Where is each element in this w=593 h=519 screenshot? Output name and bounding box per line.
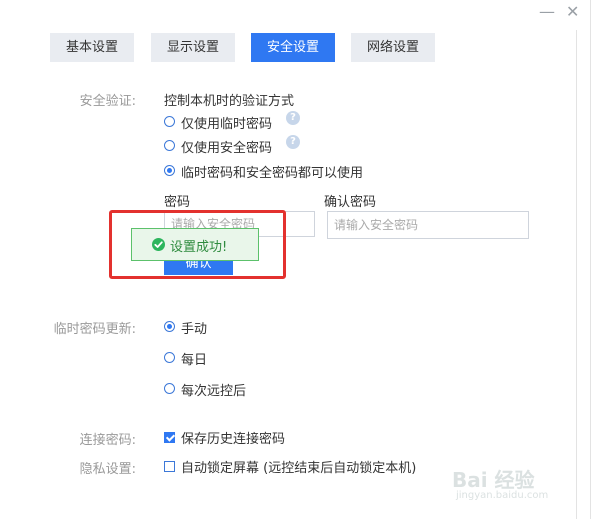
confirm-password-label: 确认密码 (324, 195, 377, 210)
tab-network-settings[interactable]: 网络设置 (351, 33, 435, 62)
temp-password-update-label: 临时密码更新: (53, 322, 136, 337)
right-edge-divider (590, 0, 591, 519)
help-icon-temp[interactable]: ? (286, 111, 300, 125)
highlight-box (109, 210, 286, 279)
baidu-watermark: Bai 经验 jingyan.baidu.com (452, 462, 577, 514)
save-history-checkbox[interactable] (164, 432, 175, 443)
auto-lock-label[interactable]: 自动锁定屏幕 (远控结束后自动锁定本机) (181, 457, 416, 476)
save-history-label[interactable]: 保存历史连接密码 (181, 428, 285, 447)
password-label: 密码 (164, 195, 191, 210)
connection-password-label: 连接密码: (79, 433, 136, 448)
radio-both-button[interactable] (164, 165, 175, 176)
security-verification-label: 安全验证: (79, 94, 136, 109)
auto-lock-checkbox[interactable] (164, 461, 175, 472)
minimize-button[interactable]: — (539, 4, 555, 20)
radio-after-remote-button[interactable] (164, 383, 175, 394)
radio-secure-only-button[interactable] (164, 140, 175, 151)
radio-daily-label[interactable]: 每日 (181, 349, 207, 368)
radio-manual-label[interactable]: 手动 (181, 318, 207, 337)
radio-after-remote-label[interactable]: 每次远控后 (181, 380, 246, 399)
radio-both-label[interactable]: 临时密码和安全密码都可以使用 (181, 162, 363, 181)
tab-security-settings[interactable]: 安全设置 (251, 33, 335, 62)
radio-manual-button[interactable] (164, 321, 175, 332)
watermark-brand: Bai 经验 (452, 468, 535, 492)
radio-daily-button[interactable] (164, 352, 175, 363)
radio-temp-only-button[interactable] (164, 116, 175, 127)
tab-display-settings[interactable]: 显示设置 (151, 33, 235, 62)
privacy-label: 隐私设置: (79, 462, 136, 477)
right-divider (576, 30, 577, 519)
tab-basic-settings[interactable]: 基本设置 (50, 33, 134, 62)
radio-secure-only-label[interactable]: 仅使用安全密码 (181, 137, 272, 156)
watermark-url: jingyan.baidu.com (456, 490, 549, 501)
close-button[interactable]: ✕ (566, 4, 579, 20)
radio-temp-only-label[interactable]: 仅使用临时密码 (181, 113, 272, 132)
security-verification-description: 控制本机时的验证方式 (164, 94, 295, 109)
help-icon-secure[interactable]: ? (286, 135, 300, 149)
confirm-password-input[interactable] (327, 211, 529, 239)
